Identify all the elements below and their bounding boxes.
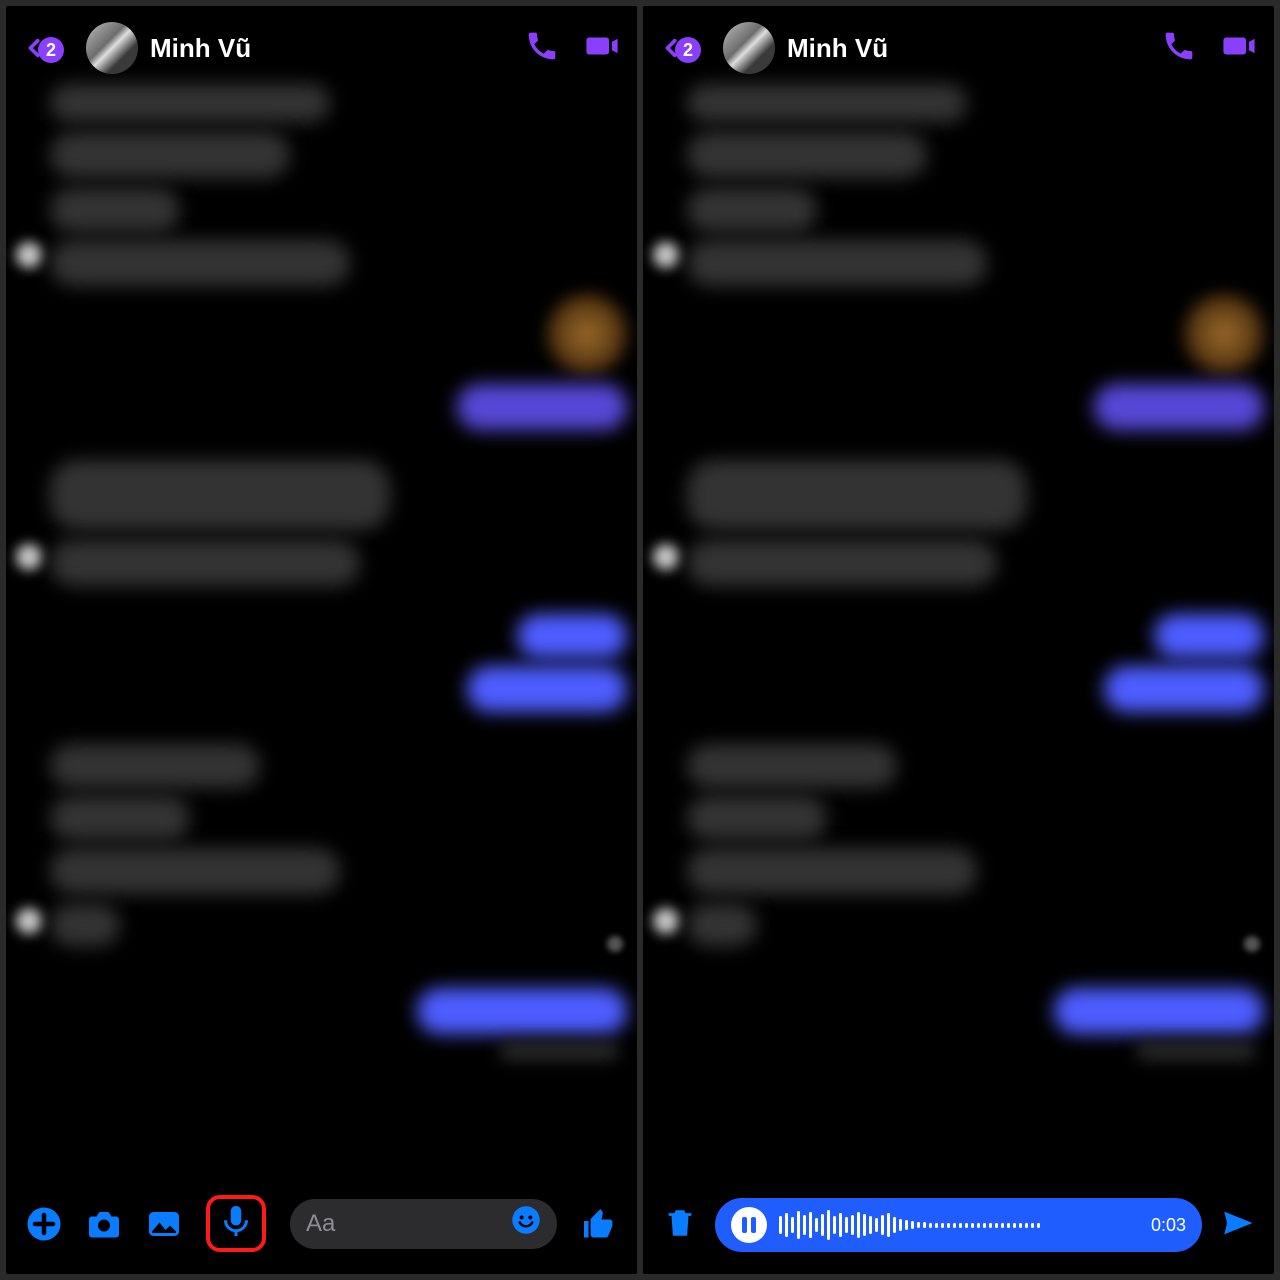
outgoing-bubble[interactable] [1104,666,1264,712]
back-button[interactable]: 2 [24,33,46,63]
sender-avatar-mini [653,544,679,570]
read-receipt [607,936,623,952]
compose-toolbar: Aa [6,1179,637,1274]
gallery-icon [146,1206,182,1242]
sticker-message[interactable] [1184,294,1264,374]
plus-circle-icon [26,1206,62,1242]
voice-recording-pill[interactable]: 0:03 [715,1198,1202,1252]
emoji-button[interactable] [511,1205,541,1242]
mic-button-highlighted[interactable] [206,1195,266,1252]
incoming-bubble[interactable] [687,540,997,586]
back-button[interactable]: 2 [661,33,683,63]
chat-pane-normal: 2 Minh Vũ [6,6,637,1274]
message-subtext [1136,1042,1256,1060]
incoming-bubble[interactable] [50,744,260,788]
incoming-bubble[interactable] [687,460,1027,530]
video-icon [1222,29,1256,63]
contact-name[interactable]: Minh Vũ [150,33,513,64]
like-button[interactable] [581,1206,617,1242]
incoming-bubble[interactable] [50,240,350,286]
trash-icon [663,1206,697,1240]
incoming-bubble[interactable] [50,460,390,530]
read-receipt [1244,936,1260,952]
recording-timer: 0:03 [1151,1215,1186,1236]
incoming-bubble[interactable] [687,132,927,178]
chat-header: 2 Minh Vũ [643,6,1274,84]
message-list[interactable] [6,84,637,1179]
recording-toolbar: 0:03 [643,1182,1274,1274]
send-icon [1220,1206,1254,1240]
incoming-bubble[interactable] [687,84,967,122]
incoming-bubble[interactable] [687,188,817,232]
waveform [779,1210,1139,1240]
unread-badge: 2 [675,37,701,63]
phone-icon [525,29,559,63]
message-subtext [499,1042,619,1060]
incoming-bubble[interactable] [50,848,340,894]
outgoing-bubble[interactable] [517,614,627,658]
sticker-message[interactable] [547,294,627,374]
outgoing-bubble[interactable] [1054,988,1264,1034]
chat-header: 2 Minh Vũ [6,6,637,84]
incoming-bubble[interactable] [687,240,987,286]
sender-avatar-mini [16,544,42,570]
incoming-bubble[interactable] [50,188,180,232]
message-input[interactable]: Aa [290,1199,557,1249]
incoming-bubble[interactable] [687,744,897,788]
camera-icon [86,1206,122,1242]
input-placeholder: Aa [306,1210,335,1238]
outgoing-bubble[interactable] [457,384,627,430]
incoming-bubble[interactable] [687,904,757,946]
emoji-icon [511,1205,541,1235]
contact-name[interactable]: Minh Vũ [787,33,1150,64]
incoming-bubble[interactable] [687,796,827,840]
outgoing-bubble[interactable] [1154,614,1264,658]
thumbs-up-icon [581,1206,617,1242]
video-icon [585,29,619,63]
incoming-bubble[interactable] [50,904,120,946]
sender-avatar-mini [653,908,679,934]
voice-call-button[interactable] [525,29,559,68]
outgoing-bubble[interactable] [1094,384,1264,430]
message-list[interactable] [643,84,1274,1182]
sender-avatar-mini [653,242,679,268]
voice-call-button[interactable] [1162,29,1196,68]
incoming-bubble[interactable] [50,796,190,840]
phone-icon [1162,29,1196,63]
outgoing-bubble[interactable] [417,988,627,1034]
pause-recording-button[interactable] [731,1207,767,1243]
more-actions-button[interactable] [26,1206,62,1242]
outgoing-bubble[interactable] [467,666,627,712]
video-call-button[interactable] [585,29,619,68]
incoming-bubble[interactable] [687,848,977,894]
pause-icon [742,1217,756,1233]
microphone-icon [218,1203,254,1239]
contact-avatar[interactable] [86,22,138,74]
send-button[interactable] [1220,1206,1254,1245]
gallery-button[interactable] [146,1206,182,1242]
incoming-bubble[interactable] [50,540,360,586]
unread-badge: 2 [38,37,64,63]
chat-pane-recording: 2 Minh Vũ [643,6,1274,1274]
discard-recording-button[interactable] [663,1206,697,1245]
sender-avatar-mini [16,242,42,268]
video-call-button[interactable] [1222,29,1256,68]
contact-avatar[interactable] [723,22,775,74]
camera-button[interactable] [86,1206,122,1242]
incoming-bubble[interactable] [50,84,330,122]
incoming-bubble[interactable] [50,132,290,178]
sender-avatar-mini [16,908,42,934]
